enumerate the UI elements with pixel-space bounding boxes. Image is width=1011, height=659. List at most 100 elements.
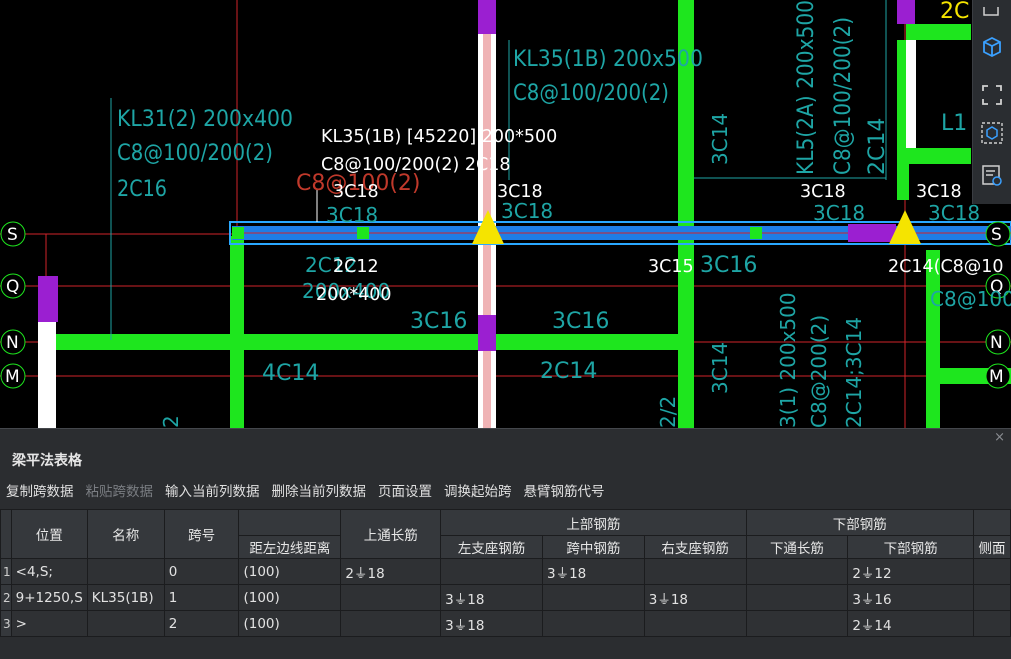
yellow-partial: 2C [940,0,969,24]
col-header-side[interactable]: 侧面 [972,535,1011,559]
l1-partial: L1 [941,111,967,136]
col-header-top-left[interactable]: 左支座钢筋 [440,535,543,559]
cyan-annotations: KL31(2) 200x400 C8@100/200(2) 2C16 KL35(… [117,0,1011,428]
cell-position[interactable]: 9+1250,S [10,584,88,611]
axis-label-s-right: S [991,225,1002,245]
mid-4c14: 4C14 [262,361,319,386]
top-3c18-b: 3C18 [497,182,543,202]
panel-titlebar[interactable]: × [0,428,1011,447]
table-row[interactable]: 3 > 2 (100) 3⏚18 2⏚14 [0,610,1011,637]
ghost-3c18-b: 3C18 [501,199,553,223]
cell-top-left[interactable]: 3⏚18 [440,610,543,637]
page-setup-button[interactable]: 页面设置 [372,480,438,504]
beam-table: 位置 名称 跨号 上通长筋 上部钢筋 下部钢筋 距左边线距离 左支座钢筋 跨中钢… [0,509,1011,637]
cell-name[interactable] [86,558,165,585]
row-number[interactable]: 1 [0,558,12,585]
cell-side[interactable] [972,558,1011,585]
view-toolstrip [972,0,1011,204]
table-row[interactable]: 2 9+1250,S KL35(1B) 1 (100) 3⏚18 3⏚18 3⏚… [0,584,1011,611]
row-header-corner [0,509,12,559]
cell-bottom-bars[interactable]: 2⏚12 [847,558,974,585]
fit-view-icon[interactable] [977,80,1007,110]
top-3c18-d: 3C18 [916,182,962,202]
col-header-name[interactable]: 名称 [86,509,165,559]
paste-span-data-button[interactable]: 粘贴跨数据 [80,480,160,504]
cell-dist-left[interactable]: (100) [238,558,342,585]
cad-drawing[interactable]: S Q N M S Q N M KL31(2) 200x400 C8@100/2… [0,0,1011,428]
cell-bottom-bars[interactable]: 2⏚14 [847,610,974,637]
kl31-text: KL31(2) 200x400 [117,107,293,132]
mid-vtext: 2/2 [656,396,680,428]
cell-top-right[interactable]: 3⏚18 [643,584,747,611]
top-3c18-a: 3C18 [333,182,379,202]
cell-top-mid[interactable] [541,610,645,637]
cell-side[interactable] [972,610,1011,637]
col-header-side-top [972,509,1011,536]
notes-view-icon[interactable] [977,160,1007,190]
panel-menubar: 复制跨数据 粘贴跨数据 输入当前列数据 删除当前列数据 页面设置 调换起始跨 悬… [0,480,1011,504]
row-number[interactable]: 2 [0,584,12,611]
lower-vtext-4: 3C14 [708,342,732,394]
col-header-top-mid[interactable]: 跨中钢筋 [541,535,645,559]
cell-span[interactable]: 0 [163,558,240,585]
axis-label-q: Q [6,277,19,297]
cell-bottom-through[interactable] [745,558,849,585]
3d-box-icon[interactable] [977,32,1007,62]
cell-span[interactable]: 1 [163,584,240,611]
bot-3c16-c: 3C16 [700,253,757,278]
input-column-data-button[interactable]: 输入当前列数据 [159,480,266,504]
cell-bottom-through[interactable] [745,584,849,611]
cell-side[interactable] [972,584,1011,611]
bottom-2c12: 2C12 [333,257,379,277]
mid-2c14: 2C14 [540,359,597,384]
cell-position[interactable]: <4,S; [10,558,88,585]
cell-top-through[interactable] [340,610,442,637]
col-header-bottom-bars[interactable]: 下部钢筋 [847,535,974,559]
col-header-bottom-through[interactable]: 下通长筋 [745,535,849,559]
cell-dist-left[interactable]: (100) [238,610,342,637]
bot-3c15: 3C15 [648,257,694,277]
cantilever-code-button[interactable]: 悬臂钢筋代号 [518,480,611,504]
bottom-200x400: 200*400 [316,285,392,305]
swap-start-span-button[interactable]: 调换起始跨 [438,480,518,504]
kl31-bars: 2C16 [117,177,167,202]
cell-dist-left[interactable]: (100) [238,584,342,611]
close-icon[interactable]: × [994,430,1005,445]
cell-name[interactable] [86,610,165,637]
panel-title: 梁平法表格 [12,453,82,469]
cell-span[interactable]: 2 [163,610,240,637]
cell-top-mid[interactable]: 3⏚18 [541,558,645,585]
cell-top-mid[interactable] [541,584,645,611]
kl35-vstirrup: C8@100/200(2) [513,81,669,106]
lower-vtext-2: C8@200(2) [807,315,831,428]
cell-top-right[interactable] [643,558,747,585]
table-row[interactable]: 1 <4,S; 0 (100) 2⏚18 3⏚18 2⏚12 [0,558,1011,585]
col-header-top-through[interactable]: 上通长筋 [340,509,442,559]
box-select-icon[interactable] [977,118,1007,148]
cell-top-through[interactable]: 2⏚18 [340,558,442,585]
kl5-vstirrup: C8@100/200(2) [831,17,856,175]
axis-label-s: S [7,225,18,245]
cell-position[interactable]: > [10,610,88,637]
col-group-bottom-bars: 下部钢筋 [745,509,974,536]
cell-top-left[interactable]: 3⏚18 [440,584,543,611]
top-3c18-c: 3C18 [800,182,846,202]
cell-bottom-through[interactable] [745,610,849,637]
bot-3c16-a: 3C16 [410,309,467,334]
cell-name[interactable]: KL35(1B) [86,584,165,611]
cell-bottom-bars[interactable]: 3⏚16 [847,584,974,611]
cell-top-right[interactable] [643,610,747,637]
copy-span-data-button[interactable]: 复制跨数据 [0,480,80,504]
kl35-vtext: KL35(1B) 200x500 [513,47,703,72]
cad-canvas[interactable]: S Q N M S Q N M KL31(2) 200x400 C8@100/2… [0,0,1011,428]
col-header-span[interactable]: 跨号 [163,509,240,559]
col-header-position[interactable]: 位置 [10,509,88,559]
row-number[interactable]: 3 [0,610,12,637]
cell-top-left[interactable] [440,558,543,585]
col-header-dist-left[interactable]: 距左边线距离 [238,535,342,559]
col-header-top-right[interactable]: 右支座钢筋 [643,535,747,559]
view-cube-icon[interactable] [977,0,1007,30]
lower-vtext-3: 2C14;3C14 [842,317,866,428]
cell-top-through[interactable] [340,584,442,611]
delete-column-data-button[interactable]: 删除当前列数据 [266,480,373,504]
